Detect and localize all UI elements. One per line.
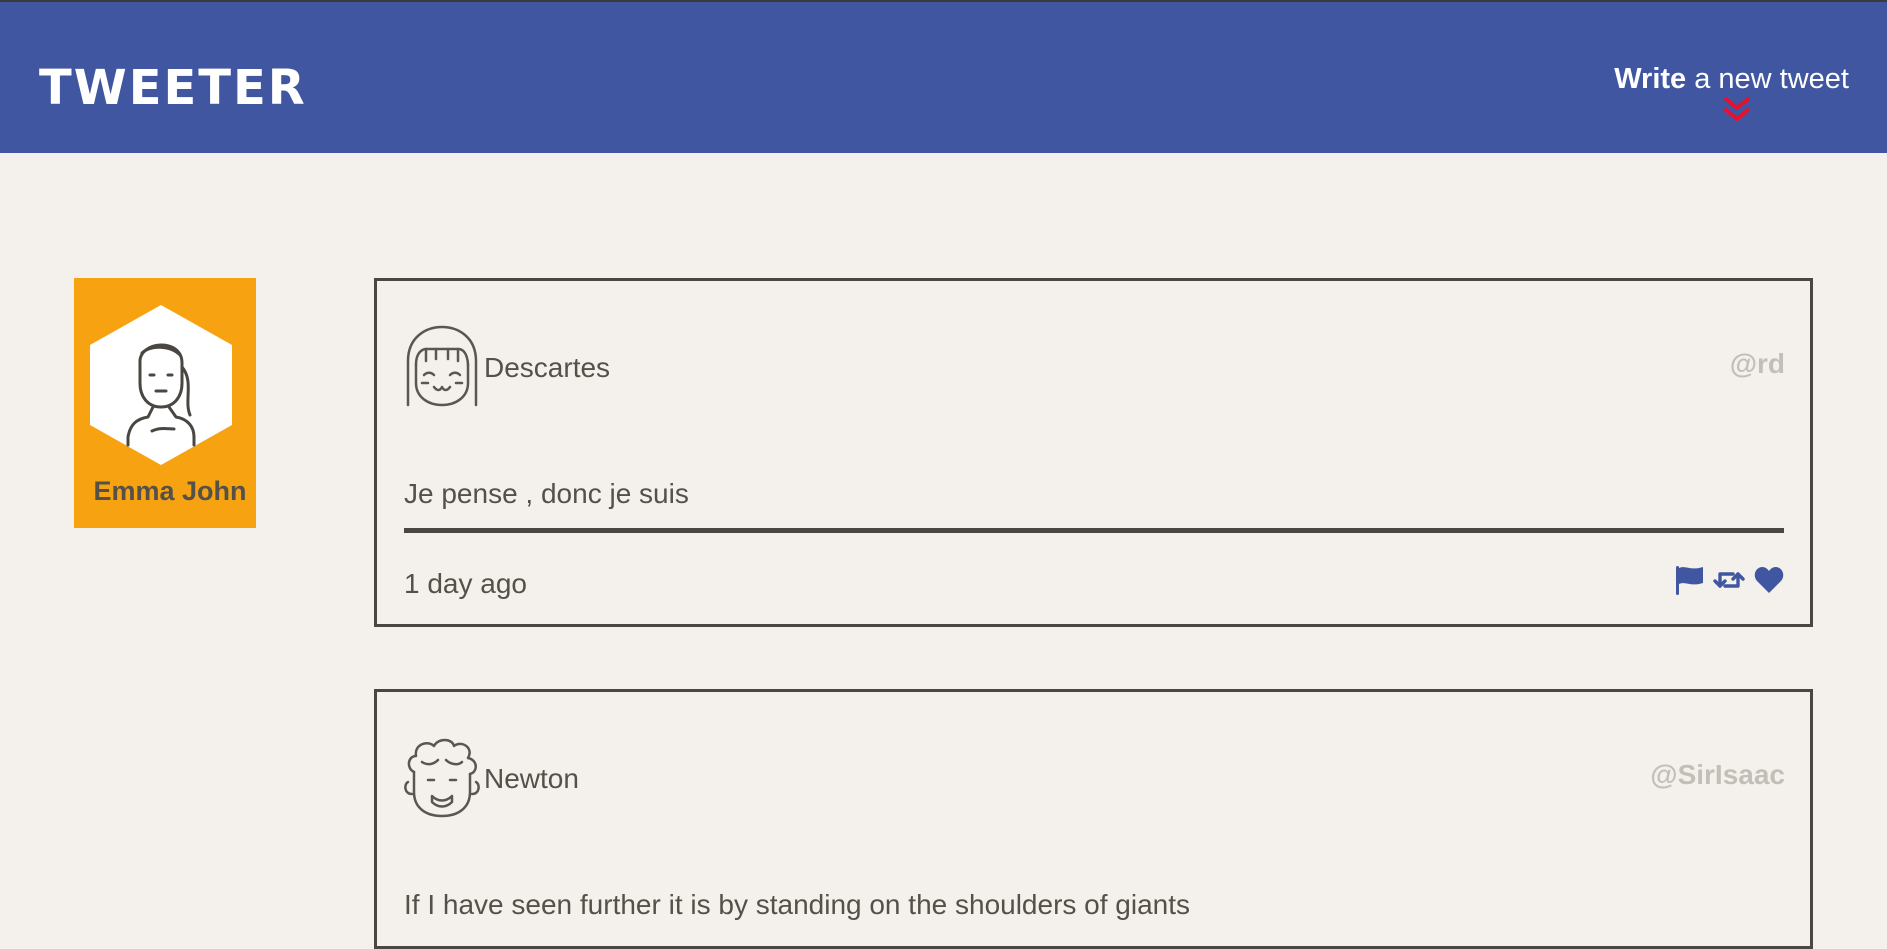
profile-card: Emma John bbox=[74, 278, 256, 528]
tweet-author-name: Newton bbox=[484, 763, 579, 794]
avatar-curly-man-icon bbox=[404, 738, 480, 818]
top-navigation-bar: TWEETER Write a new tweet bbox=[0, 0, 1887, 153]
compose-bold-label: Write bbox=[1614, 63, 1687, 95]
flag-icon[interactable] bbox=[1673, 564, 1705, 596]
heart-icon[interactable] bbox=[1753, 564, 1785, 596]
tweet-text: If I have seen further it is by standing… bbox=[404, 889, 1191, 920]
tweet-card: Descartes @rd Je pense , donc je suis 1 … bbox=[374, 278, 1813, 627]
tweet-card: Newton @SirIsaac If I have seen further … bbox=[374, 689, 1813, 949]
tweet-timestamp: 1 day ago bbox=[404, 568, 527, 599]
profile-name: Emma John bbox=[93, 476, 247, 506]
tweet-author-handle: @rd bbox=[1729, 348, 1785, 379]
write-new-tweet-toggle[interactable]: Write a new tweet bbox=[1614, 62, 1849, 96]
compose-rest-label: a new tweet bbox=[1686, 63, 1849, 95]
tweet-divider bbox=[404, 528, 1784, 533]
brand-logo[interactable]: TWEETER bbox=[39, 60, 307, 116]
tweet-author-name: Descartes bbox=[484, 352, 611, 383]
chevron-double-down-icon[interactable] bbox=[1723, 97, 1751, 123]
tweet-text: Je pense , donc je suis bbox=[404, 478, 689, 509]
retweet-icon[interactable] bbox=[1713, 564, 1745, 596]
tweet-author-handle: @SirIsaac bbox=[1650, 759, 1785, 790]
avatar-woman-icon bbox=[90, 305, 232, 465]
avatar-girl-icon bbox=[406, 325, 478, 407]
tweet-actions bbox=[1673, 564, 1785, 596]
